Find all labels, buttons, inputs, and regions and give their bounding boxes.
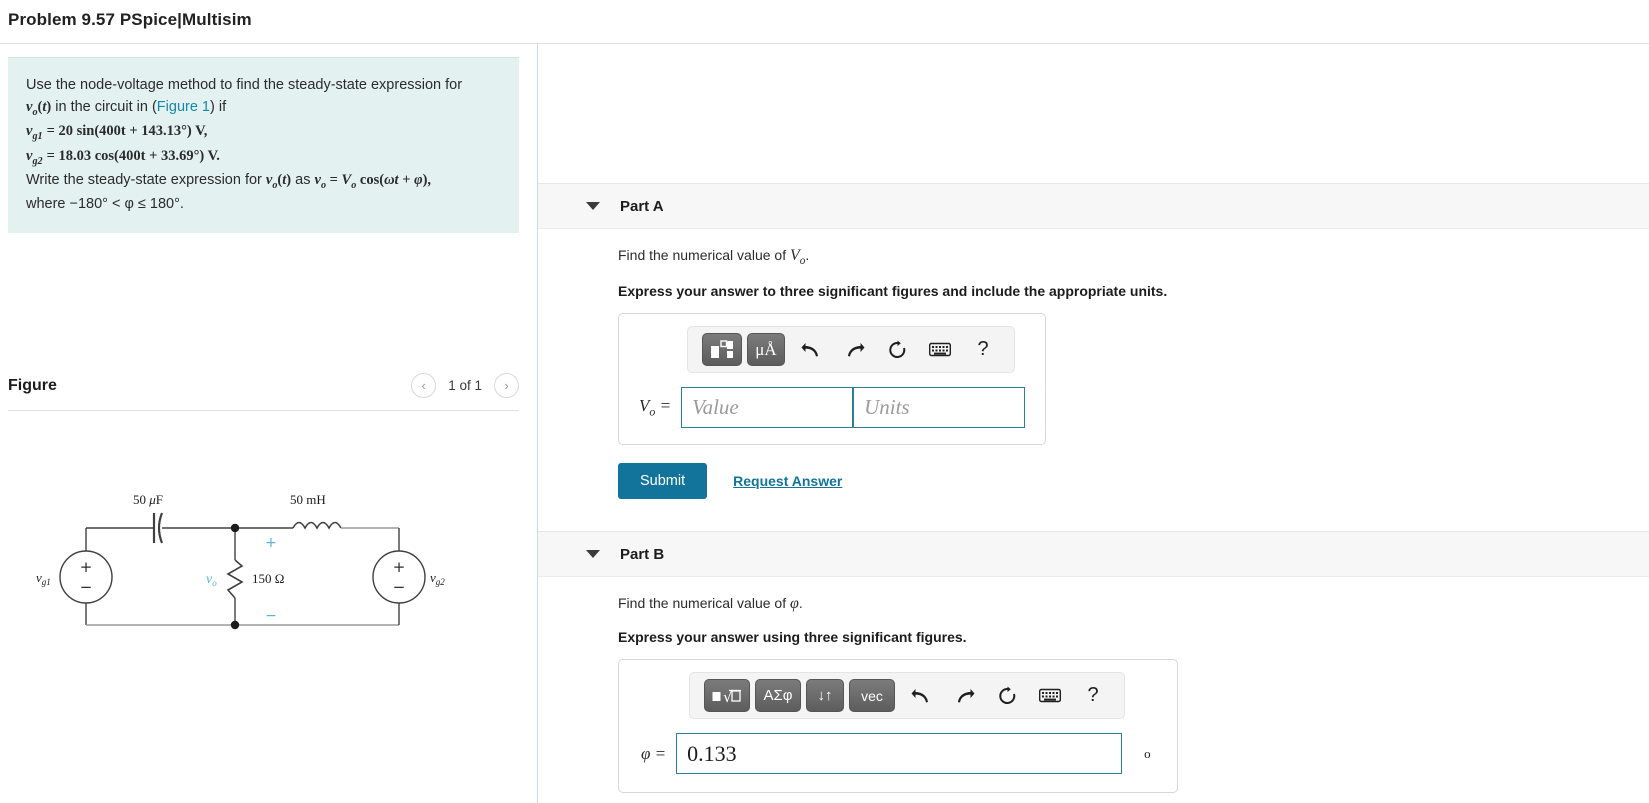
greek-symbols-icon[interactable]: ΑΣφ (755, 679, 801, 713)
right-pane: Part A Find the numerical value of Vo. E… (538, 44, 1649, 803)
part-a-value-input[interactable] (681, 387, 854, 429)
degree-unit-label: o (1144, 745, 1151, 761)
redo-icon[interactable] (947, 681, 981, 711)
source-right-plus: + (393, 558, 406, 576)
circuit-svg: + − + − 50 μF 50 mH 150 Ω vg1 vg2 + − vo (36, 492, 445, 630)
circuit-diagram: + − + − 50 μF 50 mH 150 Ω vg1 vg2 + − vo (0, 485, 537, 650)
part-a-label: Part A (620, 197, 664, 215)
request-answer-link[interactable]: Request Answer (733, 473, 842, 489)
part-b-value-input[interactable] (676, 733, 1123, 775)
vo-label: vo (206, 572, 217, 588)
part-b-prompt-text: Find the numerical value of (618, 595, 790, 612)
part-a-answer-box: μÅ ? Vo = Value Units (618, 313, 1047, 446)
reset-icon[interactable] (880, 335, 914, 365)
part-b-var-label: φ = (641, 743, 667, 763)
figure-header: Figure ‹ 1 of 1 › (8, 373, 519, 412)
template-glyph (711, 340, 733, 359)
part-a-prompt: Find the numerical value of Vo. (618, 247, 810, 268)
part-a-actions: Submit Request Answer (618, 463, 1649, 500)
problem-line-1: Use the node-voltage method to find the … (26, 77, 463, 93)
submit-button[interactable]: Submit (618, 463, 708, 500)
part-b-label: Part B (620, 545, 665, 563)
node-dot-top (230, 524, 240, 533)
part-b-input-row: φ = o (641, 733, 1151, 775)
title-bar: Problem 9.57 PSpice|Multisim (0, 0, 1649, 44)
template-icon[interactable] (702, 333, 742, 367)
symbol-vo-eq: vo = Vo cos(ωt + φ), (314, 172, 432, 191)
part-a-units-input[interactable] (853, 387, 1026, 429)
vo-plus-sign: + (265, 535, 277, 551)
part-a-prompt-symbol: Vo (789, 247, 806, 268)
figure-1-link[interactable]: Figure 1 (157, 99, 210, 115)
part-a-instruction: Express your answer to three significant… (618, 283, 1168, 300)
part-b-prompt-tail: . (798, 595, 803, 612)
units-icon[interactable]: μÅ (747, 333, 785, 367)
part-a-prompt-text: Find the numerical value of (618, 247, 790, 263)
inductor-label: 50 mH (290, 492, 326, 507)
symbol-vo-t-2: vo(t) (265, 172, 292, 191)
problem-line-5-as: as (295, 172, 311, 189)
figure-counter: 1 of 1 (448, 378, 482, 394)
source-left-plus: + (80, 558, 93, 576)
reset-icon[interactable] (990, 681, 1024, 711)
part-a-body: Find the numerical value of Vo. Express … (538, 229, 1649, 500)
page-title: Problem 9.57 PSpice|Multisim (8, 10, 252, 29)
problem-line-vg1: vg1 = 20 sin(400t + 143.13°) V, (26, 120, 501, 144)
problem-statement: Use the node-voltage method to find the … (8, 57, 519, 234)
part-b-prompt: Find the numerical value of φ. (618, 595, 1649, 613)
left-pane: Use the node-voltage method to find the … (0, 44, 538, 803)
redo-icon[interactable] (837, 335, 871, 365)
part-a-input-row: Vo = (639, 387, 1026, 429)
vector-icon[interactable]: vec (849, 679, 895, 713)
part-a-header[interactable]: Part A (538, 183, 1649, 229)
symbol-vg1: vg1 (26, 123, 43, 143)
chevron-right-icon: › (504, 378, 509, 394)
part-b-wrap: Part B Find the numerical value of φ. Ex… (538, 531, 1649, 794)
problem-vg2-expr: = 18.03 cos(400t + 33.69°) V. (46, 147, 220, 164)
help-icon[interactable]: ? (1076, 681, 1110, 711)
keyboard-icon[interactable] (1033, 681, 1067, 711)
part-b-header[interactable]: Part B (538, 531, 1649, 578)
node-dot-bottom (230, 621, 240, 630)
problem-line-6-text: where −180° < φ ≤ 180°. (26, 196, 184, 213)
chevron-left-icon: ‹ (421, 378, 426, 394)
problem-line-5: Write the steady-state expression for vo… (26, 169, 501, 193)
vo-minus-sign: − (265, 608, 277, 624)
page-split: Use the node-voltage method to find the … (0, 44, 1649, 803)
part-b-toolbar: √ ΑΣφ ↓↑ vec ? (689, 672, 1125, 720)
source-right-minus: − (393, 578, 406, 596)
capacitor-label: 50 μF (133, 492, 163, 507)
part-a-collapse-caret[interactable] (586, 202, 600, 210)
problem-line-vg2: vg2 = 18.03 cos(400t + 33.69°) V. (26, 145, 501, 169)
part-b-body: Find the numerical value of φ. Express y… (538, 577, 1649, 794)
figure-prev-button[interactable]: ‹ (411, 373, 437, 399)
keyboard-icon[interactable] (923, 335, 957, 365)
arrows-icon[interactable]: ↓↑ (806, 679, 844, 713)
radical-template-icon[interactable]: √ (704, 679, 750, 713)
source-left-label: vg1 (36, 570, 51, 587)
part-b-answer-box: √ ΑΣφ ↓↑ vec ? φ = 0.133 o (618, 659, 1178, 794)
symbol-vo-t: vo(t) (26, 99, 52, 118)
help-icon[interactable]: ? (966, 335, 1000, 365)
figure-title: Figure (8, 376, 57, 394)
radical-glyph: √ (712, 688, 741, 706)
source-right-label: vg2 (430, 570, 445, 587)
problem-line-2-post: ) if (210, 99, 227, 116)
figure-next-button[interactable]: › (494, 373, 519, 399)
part-a-var-label: Vo = (639, 395, 672, 419)
problem-line-6: where −180° < φ ≤ 180°. (26, 193, 501, 215)
part-b-collapse-caret[interactable] (586, 550, 600, 559)
symbol-vg2: vg2 (26, 147, 43, 167)
undo-icon[interactable] (794, 335, 828, 365)
part-b-instruction: Express your answer using three signific… (618, 629, 967, 646)
undo-icon[interactable] (904, 681, 938, 711)
part-b-prompt-symbol: φ (789, 595, 799, 613)
problem-line-5-text: Write the steady-state expression for (26, 172, 262, 189)
problem-line-2-pre: in the circuit in ( (55, 99, 157, 116)
problem-line-2: vo(t) in the circuit in (Figure 1) if (26, 96, 501, 120)
problem-vg1-expr: = 20 sin(400t + 143.13°) V, (46, 123, 208, 140)
resistor-label: 150 Ω (252, 571, 284, 586)
part-a-toolbar: μÅ ? (687, 326, 1015, 374)
source-left-minus: − (80, 578, 93, 596)
